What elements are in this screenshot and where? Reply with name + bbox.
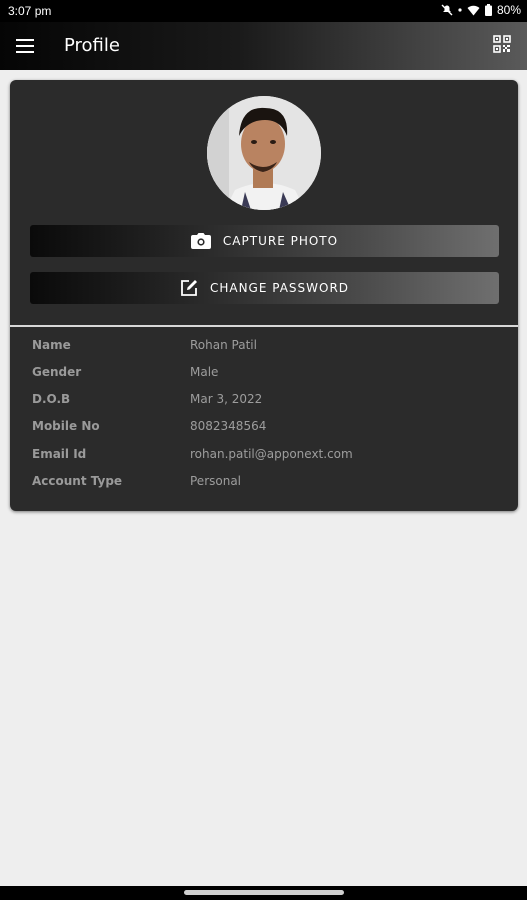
edit-icon bbox=[181, 280, 197, 296]
info-value: Male bbox=[190, 365, 219, 379]
page-title: Profile bbox=[64, 35, 120, 56]
divider bbox=[10, 325, 518, 327]
info-row-mobile: Mobile No 8082348564 bbox=[32, 419, 502, 439]
menu-icon[interactable] bbox=[16, 39, 34, 53]
info-value: Mar 3, 2022 bbox=[190, 392, 263, 406]
status-bar: 3:07 pm 80% bbox=[0, 0, 527, 22]
wifi-icon bbox=[467, 5, 480, 16]
info-value: rohan.patil@apponext.com bbox=[190, 447, 353, 461]
capture-photo-button[interactable]: CAPTURE PHOTO bbox=[30, 225, 499, 257]
info-value: Rohan Patil bbox=[190, 338, 257, 352]
camera-icon bbox=[190, 233, 211, 249]
app-bar: Profile bbox=[0, 22, 527, 70]
avatar[interactable] bbox=[207, 96, 321, 210]
battery-icon bbox=[484, 4, 492, 16]
change-password-label: CHANGE PASSWORD bbox=[209, 281, 350, 295]
info-label: Mobile No bbox=[32, 419, 100, 433]
info-row-email: Email Id rohan.patil@apponext.com bbox=[32, 447, 502, 467]
change-password-button[interactable]: CHANGE PASSWORD bbox=[30, 272, 499, 304]
info-row-gender: Gender Male bbox=[32, 365, 502, 385]
info-row-account-type: Account Type Personal bbox=[32, 474, 502, 494]
status-icons: 80% bbox=[441, 3, 521, 17]
qr-code-icon[interactable] bbox=[493, 35, 511, 53]
info-label: Gender bbox=[32, 365, 82, 379]
dot-icon bbox=[458, 8, 462, 12]
home-gesture-handle[interactable] bbox=[184, 890, 344, 895]
battery-percent: 80% bbox=[496, 3, 521, 17]
profile-card: CAPTURE PHOTO CHANGE PASSWORD Name Rohan… bbox=[10, 80, 518, 511]
system-nav-bar bbox=[0, 886, 527, 900]
capture-photo-label: CAPTURE PHOTO bbox=[222, 234, 339, 248]
info-row-dob: D.O.B Mar 3, 2022 bbox=[32, 392, 502, 412]
info-label: Name bbox=[32, 338, 71, 352]
info-label: Account Type bbox=[32, 474, 123, 488]
info-value: 8082348564 bbox=[190, 419, 267, 433]
status-time: 3:07 pm bbox=[8, 4, 52, 18]
info-value: Personal bbox=[190, 474, 242, 488]
info-label: Email Id bbox=[32, 447, 87, 461]
info-label: D.O.B bbox=[32, 392, 71, 406]
info-row-name: Name Rohan Patil bbox=[32, 338, 502, 358]
mute-icon bbox=[441, 4, 453, 16]
avatar-photo bbox=[207, 96, 321, 210]
